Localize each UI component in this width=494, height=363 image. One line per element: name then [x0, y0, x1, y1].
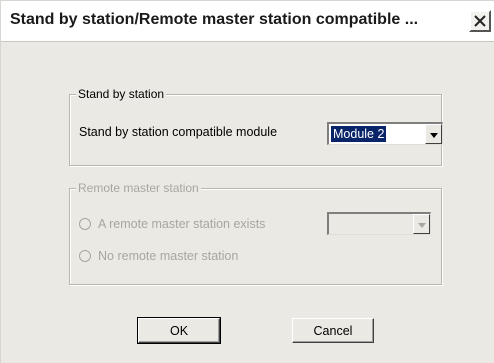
window-title: Stand by station/Remote master station c…: [10, 11, 419, 28]
remote-master-select[interactable]: [327, 212, 431, 235]
remote-master-station-legend: Remote master station: [76, 181, 201, 195]
dialog-window: Stand by station/Remote master station c…: [0, 0, 494, 363]
chevron-down-icon: [429, 127, 438, 141]
compatible-module-select[interactable]: Module 2: [327, 122, 443, 145]
radio-button-icon[interactable]: [79, 250, 91, 262]
radio-no-remote-label: No remote master station: [98, 249, 239, 263]
compatible-module-label: Stand by station compatible module: [79, 125, 278, 139]
radio-remote-exists-label: A remote master station exists: [98, 217, 266, 231]
radio-remote-exists[interactable]: A remote master station exists: [79, 217, 265, 231]
remote-master-dropdown-button[interactable]: [413, 214, 430, 234]
radio-no-remote[interactable]: No remote master station: [79, 249, 238, 263]
standby-station-legend: Stand by station: [76, 87, 167, 101]
close-icon: [474, 15, 486, 27]
compatible-module-value: Module 2: [331, 126, 387, 142]
cancel-button[interactable]: Cancel: [292, 318, 374, 343]
ok-button[interactable]: OK: [137, 317, 221, 344]
close-button[interactable]: [469, 10, 491, 32]
chevron-down-icon: [417, 217, 426, 231]
compatible-module-dropdown-button[interactable]: [425, 124, 442, 144]
title-bar[interactable]: Stand by station/Remote master station c…: [1, 1, 494, 42]
remote-master-station-group: Remote master station: [69, 181, 442, 285]
radio-button-icon[interactable]: [79, 218, 91, 230]
